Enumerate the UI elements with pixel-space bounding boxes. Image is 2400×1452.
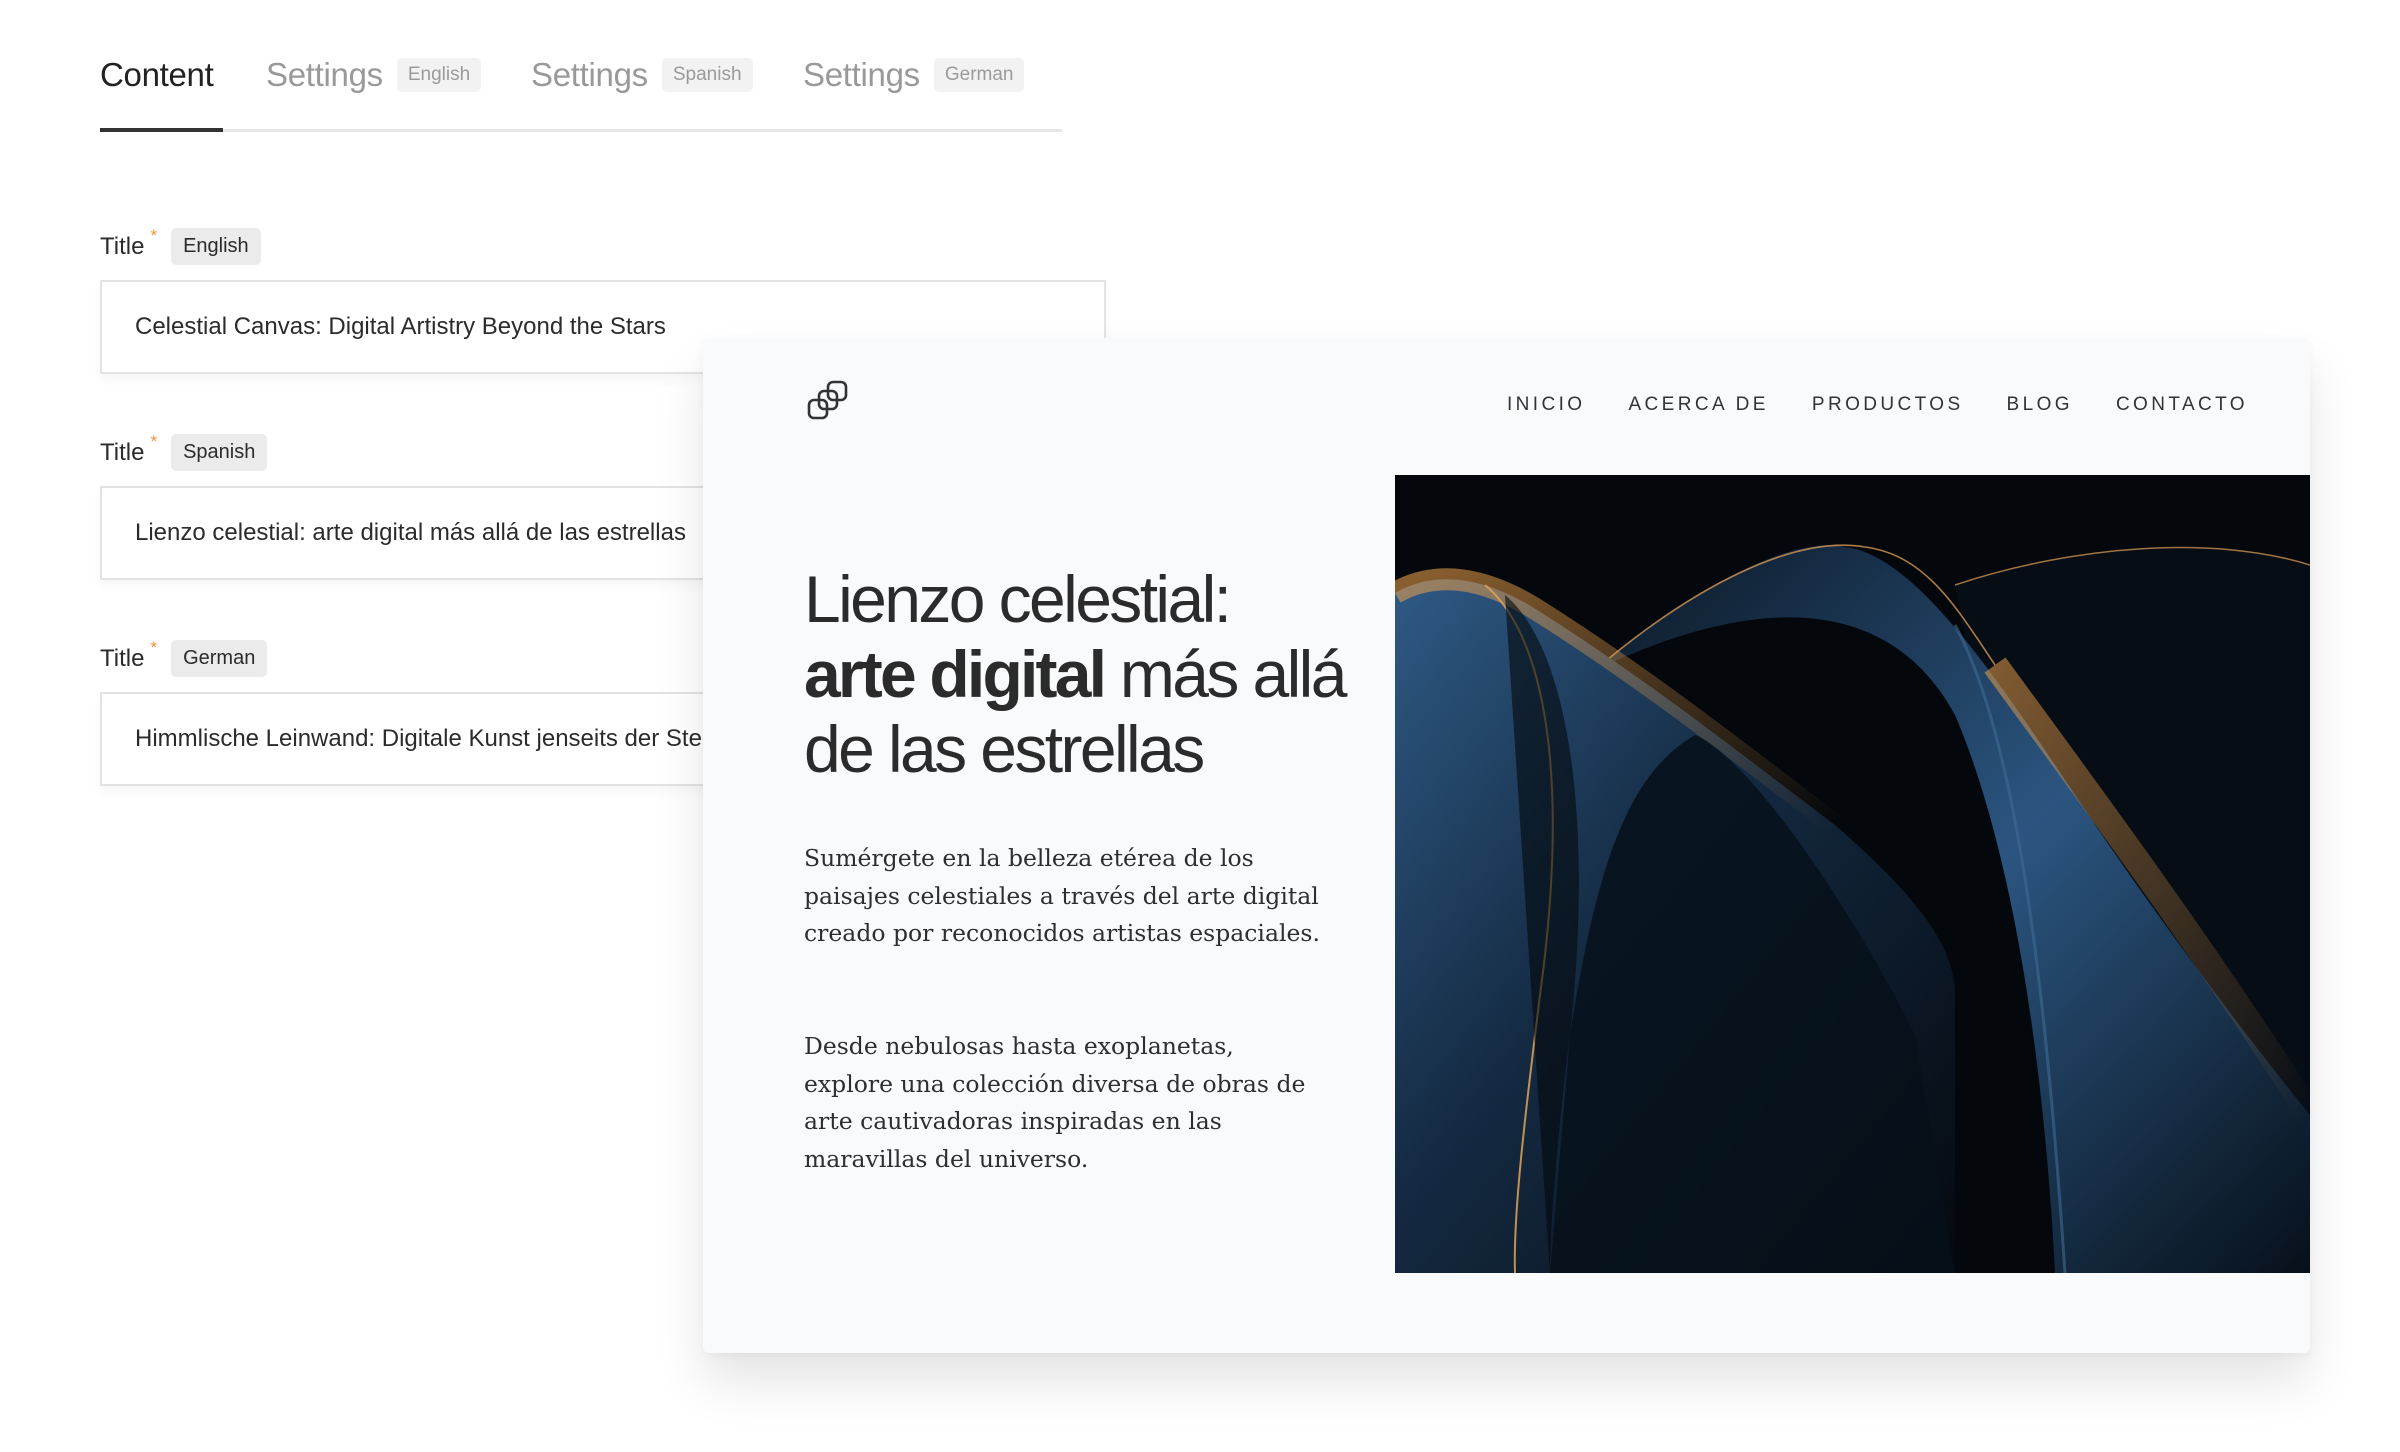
field-label-text: Title	[100, 232, 145, 260]
field-label-text: Title	[100, 438, 145, 466]
interlinked-squares-icon[interactable]	[806, 378, 852, 424]
title-english-label: Title * English	[100, 226, 261, 265]
website-preview-card: INICIO ACERCA DE PRODUCTOS BLOG CONTACTO…	[703, 338, 2310, 1353]
language-tag: Spanish	[171, 434, 268, 471]
intro-paragraph: Sumérgete en la belleza etérea de los pa…	[804, 844, 1320, 947]
tab-settings-german[interactable]: Settings German	[803, 56, 1025, 94]
active-tab-indicator	[100, 128, 223, 132]
nav-productos[interactable]: PRODUCTOS	[1812, 394, 1964, 416]
required-asterisk: *	[150, 432, 158, 451]
language-badge: German	[933, 58, 1025, 92]
language-tag: English	[171, 228, 261, 265]
tab-settings-spanish[interactable]: Settings Spanish	[531, 56, 753, 94]
nav-acerca-de[interactable]: ACERCA DE	[1628, 394, 1768, 416]
preview-nav: INICIO ACERCA DE PRODUCTOS BLOG CONTACTO	[1507, 394, 2248, 416]
tab-label: Settings	[803, 56, 920, 93]
title-spanish-label: Title * Spanish	[100, 432, 268, 471]
field-label-text: Title	[100, 644, 145, 672]
nav-inicio[interactable]: INICIO	[1507, 394, 1585, 416]
headline-line1: Lienzo celestial:	[804, 562, 1232, 636]
tab-label: Settings	[266, 56, 383, 93]
language-badge: Spanish	[661, 58, 753, 92]
title-german-label: Title * German	[100, 638, 268, 677]
nav-contacto[interactable]: CONTACTO	[2116, 394, 2248, 416]
required-asterisk: *	[150, 638, 158, 657]
language-badge: English	[396, 58, 482, 92]
tab-label: Settings	[531, 56, 648, 93]
language-tag: German	[171, 640, 268, 677]
tab-divider	[100, 129, 1062, 132]
secondary-paragraph: Desde nebulosas hasta exoplanetas, explo…	[804, 1032, 1306, 1173]
hero-image	[1395, 475, 2310, 1273]
tab-bar: Content Settings English Settings Spanis…	[100, 40, 1062, 132]
tab-content[interactable]: Content	[100, 56, 214, 94]
tab-settings-english[interactable]: Settings English	[266, 56, 482, 94]
hero-headline: Lienzo celestial: arte digital más allá …	[804, 562, 1364, 787]
tab-label: Content	[100, 56, 214, 93]
required-asterisk: *	[150, 226, 158, 245]
nav-blog[interactable]: BLOG	[2007, 394, 2073, 416]
headline-bold: arte digital	[804, 637, 1107, 711]
abstract-curves-artwork	[1395, 475, 2310, 1273]
